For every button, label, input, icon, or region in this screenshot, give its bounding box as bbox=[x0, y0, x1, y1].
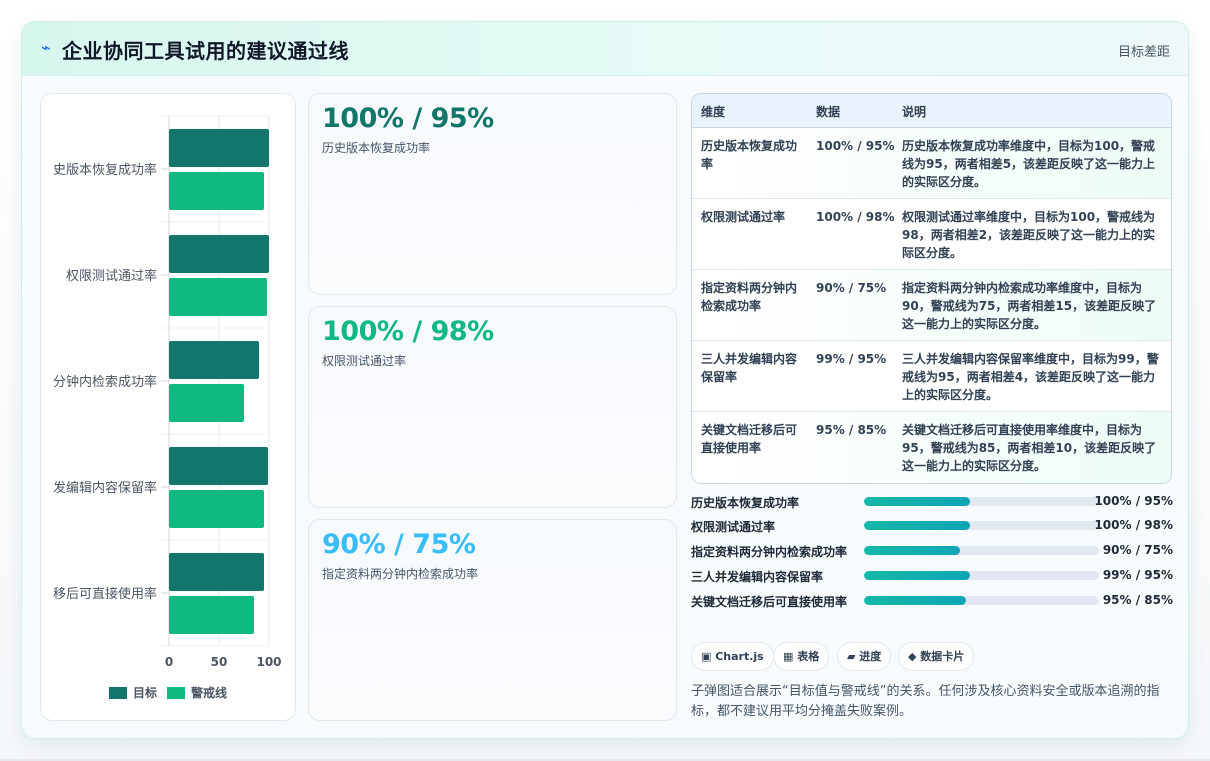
page-title: 企业协同工具试用的建议通过线 bbox=[62, 39, 349, 63]
data-table: 维度 数据 说明 历史版本恢复成功率 100% / 95% 历史版本恢复成功率维… bbox=[691, 93, 1172, 484]
cell-description: 三人并发编辑内容保留率维度中，目标为99，警戒线为95，两者相差4，该差距反映了… bbox=[902, 352, 1159, 402]
category-label: 史版本恢复成功率 bbox=[53, 162, 157, 178]
cell-description: 指定资料两分钟内检索成功率维度中，目标为90，警戒线为75，两者相差15，该差距… bbox=[902, 281, 1157, 331]
progress-value: 100% / 98% bbox=[1094, 518, 1173, 532]
progress-label: 关键文档迁移后可直接使用率 bbox=[691, 595, 848, 609]
x-tick-label: 100 bbox=[256, 655, 281, 669]
cell-description: 权限测试通过率维度中，目标为100，警戒线为98，两者相差2，该差距反映了这一能… bbox=[902, 210, 1156, 260]
main-card: ⌁ 企业协同工具试用的建议通过线 目标差距 史版本恢复成功率 权限测试通过率 分钟内… bbox=[21, 21, 1189, 739]
progress-fill bbox=[864, 596, 967, 605]
cell-description: 关键文档迁移后可直接使用率维度中，目标为95，警戒线为85，两者相差10，该差距… bbox=[902, 423, 1157, 473]
bar-warning bbox=[169, 490, 264, 528]
legend-swatch bbox=[109, 687, 127, 699]
progress-track bbox=[864, 546, 1099, 555]
column-header: 说明 bbox=[902, 105, 927, 119]
bar-warning bbox=[169, 384, 244, 422]
progress-fill bbox=[864, 497, 970, 506]
progress-row: 关键文档迁移后可直接使用率 95% / 85% bbox=[691, 592, 1173, 610]
bar-target bbox=[169, 129, 269, 167]
category-label: 发编辑内容保留率 bbox=[53, 480, 157, 496]
legend-swatch bbox=[167, 687, 185, 699]
cell-dimension: 历史版本恢复成功率 bbox=[701, 139, 798, 171]
progress-row: 三人并发编辑内容保留率 99% / 95% bbox=[691, 567, 1173, 585]
kpi-card-1: 100% / 95% 历史版本恢复成功率 bbox=[308, 93, 677, 295]
progress-label: 权限测试通过率 bbox=[691, 520, 776, 534]
x-tick-label: 50 bbox=[211, 655, 228, 669]
cell-data: 90% / 75% bbox=[816, 281, 887, 295]
progress-track bbox=[864, 571, 1099, 580]
bar-target bbox=[169, 235, 269, 273]
kpi-label: 历史版本恢复成功率 bbox=[322, 141, 431, 155]
bar-warning bbox=[169, 172, 264, 210]
bar-target bbox=[169, 341, 259, 379]
column-header: 数据 bbox=[816, 105, 841, 119]
table-pill[interactable]: ▦ 表格 bbox=[773, 642, 830, 671]
legend-label: 目标 bbox=[133, 685, 157, 700]
progress-value: 100% / 95% bbox=[1094, 494, 1173, 508]
cell-dimension: 三人并发编辑内容保留率 bbox=[701, 352, 798, 384]
kpi-card-3: 90% / 75% 指定资料两分钟内检索成功率 bbox=[308, 519, 677, 721]
progress-track bbox=[864, 596, 1099, 605]
progress-label: 指定资料两分钟内检索成功率 bbox=[691, 545, 848, 559]
category-label: 移后可直接使用率 bbox=[53, 586, 157, 602]
kpi-value: 90% / 75% bbox=[322, 529, 476, 560]
lightning-icon: ⌁ bbox=[41, 38, 51, 57]
cell-dimension: 关键文档迁移后可直接使用率 bbox=[701, 423, 798, 455]
progress-pill[interactable]: ▰ 进度 bbox=[837, 642, 892, 671]
kpi-card-2: 100% / 98% 权限测试通过率 bbox=[308, 306, 677, 508]
kpi-label: 指定资料两分钟内检索成功率 bbox=[322, 567, 479, 581]
progress-value: 90% / 75% bbox=[1102, 543, 1173, 557]
cell-data: 95% / 85% bbox=[816, 423, 887, 437]
chartjs-pill[interactable]: ▣ Chart.js bbox=[691, 642, 774, 671]
cell-dimension: 权限测试通过率 bbox=[701, 210, 786, 224]
cell-data: 99% / 95% bbox=[816, 352, 887, 366]
kpi-value: 100% / 98% bbox=[322, 316, 494, 347]
table-row: 指定资料两分钟内检索成功率 90% / 75% 指定资料两分钟内检索成功率维度中… bbox=[692, 270, 1171, 341]
table-row: 关键文档迁移后可直接使用率 95% / 85% 关键文档迁移后可直接使用率维度中… bbox=[692, 412, 1171, 483]
progress-track bbox=[864, 521, 1099, 530]
table-row: 权限测试通过率 100% / 98% 权限测试通过率维度中，目标为100，警戒线… bbox=[692, 199, 1171, 270]
cell-data: 100% / 95% bbox=[816, 139, 895, 153]
progress-fill bbox=[864, 571, 970, 580]
column-header: 维度 bbox=[701, 105, 726, 119]
bullet-chart: 史版本恢复成功率权限测试通过率分钟内检索成功率发编辑内容保留率移后可直接使用率 0… bbox=[53, 115, 282, 700]
progress-fill bbox=[864, 521, 970, 530]
legend-label: 警戒线 bbox=[190, 685, 227, 700]
kpi-value: 100% / 95% bbox=[322, 103, 494, 134]
cell-data: 100% / 98% bbox=[816, 210, 895, 224]
progress-fill bbox=[864, 546, 961, 555]
x-tick-label: 0 bbox=[165, 655, 173, 669]
table-row: 三人并发编辑内容保留率 99% / 95% 三人并发编辑内容保留率维度中，目标为… bbox=[692, 341, 1171, 412]
data-card-pill[interactable]: ◆ 数据卡片 bbox=[898, 642, 975, 671]
table-header: 维度 数据 说明 bbox=[692, 94, 1171, 128]
header-right-label: 目标差距 bbox=[1117, 45, 1170, 60]
footnote: 子弹图适合展示“目标值与警戒线”的关系。任何涉及核心资料安全或版本追溯的指标，都… bbox=[691, 684, 1160, 719]
category-label: 权限测试通过率 bbox=[66, 268, 157, 284]
cell-description: 历史版本恢复成功率维度中，目标为100，警戒线为95，两者相差5，该差距反映了这… bbox=[902, 139, 1156, 189]
table-row: 历史版本恢复成功率 100% / 95% 历史版本恢复成功率维度中，目标为100… bbox=[692, 128, 1171, 199]
bar-warning bbox=[169, 278, 267, 316]
progress-row: 权限测试通过率 100% / 98% bbox=[691, 517, 1173, 535]
progress-label: 三人并发编辑内容保留率 bbox=[691, 570, 824, 584]
cell-dimension: 指定资料两分钟内检索成功率 bbox=[701, 281, 798, 313]
progress-track bbox=[864, 497, 1099, 506]
progress-value: 95% / 85% bbox=[1102, 593, 1173, 607]
kpi-label: 权限测试通过率 bbox=[322, 354, 407, 368]
bar-warning bbox=[169, 596, 254, 634]
progress-value: 99% / 95% bbox=[1102, 568, 1173, 582]
progress-label: 历史版本恢复成功率 bbox=[691, 496, 800, 510]
progress-row: 指定资料两分钟内检索成功率 90% / 75% bbox=[691, 542, 1173, 560]
bar-target bbox=[169, 553, 264, 591]
bar-target bbox=[169, 447, 268, 485]
progress-row: 历史版本恢复成功率 100% / 95% bbox=[691, 493, 1173, 511]
category-label: 分钟内检索成功率 bbox=[53, 374, 157, 390]
card-header: ⌁ 企业协同工具试用的建议通过线 目标差距 bbox=[22, 22, 1188, 76]
bullet-chart-panel: 史版本恢复成功率权限测试通过率分钟内检索成功率 发编辑内容保留率 移后可直接使用率 0… bbox=[40, 93, 296, 721]
